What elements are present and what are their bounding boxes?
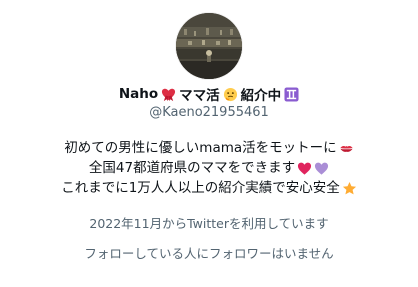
bio-line: 初めての男性に優しいmama活をモットーに [0, 138, 418, 158]
bio-line: これまでに1万人人以上の紹介実績で安心安全 [0, 178, 418, 198]
thinking-face-icon [223, 87, 237, 101]
bio-line: 全国47都道府県のママをできます [0, 158, 418, 178]
name-suffix-1: ママ活 [179, 88, 220, 104]
username-handle: @Kaeno21955461 [149, 105, 269, 120]
joined-date: 2022年11月からTwitterを利用しています [89, 216, 329, 231]
purple-heart-icon [315, 162, 329, 175]
gemini-icon [284, 86, 299, 102]
avatar-photo [176, 13, 242, 79]
heart-ribbon-icon [162, 88, 176, 101]
bio-line-text: これまでに1万人人以上の紹介実績で安心安全 [61, 180, 340, 196]
display-name: Naho ママ活 紹介中 [0, 84, 418, 104]
bio-line-text: 全国47都道府県のママをできます [88, 160, 296, 176]
profile-card: Naho ママ活 紹介中 @Kaeno21955461 初めての男性に優しいma… [0, 0, 418, 287]
red-heart-icon [298, 162, 312, 175]
bio-line-text: 初めての男性に優しいmama活をモットーに [64, 140, 337, 156]
star-icon [342, 181, 356, 194]
avatar[interactable] [176, 13, 242, 79]
bio: 初めての男性に優しいmama活をモットーに 全国47都道府県のママをできます こ… [0, 138, 418, 198]
name-text: Naho [118, 86, 159, 102]
follow-note: フォローしている人にフォロワーはいません [84, 246, 334, 261]
kiss-mark-icon [340, 145, 353, 152]
name-suffix-2: 紹介中 [240, 88, 282, 104]
